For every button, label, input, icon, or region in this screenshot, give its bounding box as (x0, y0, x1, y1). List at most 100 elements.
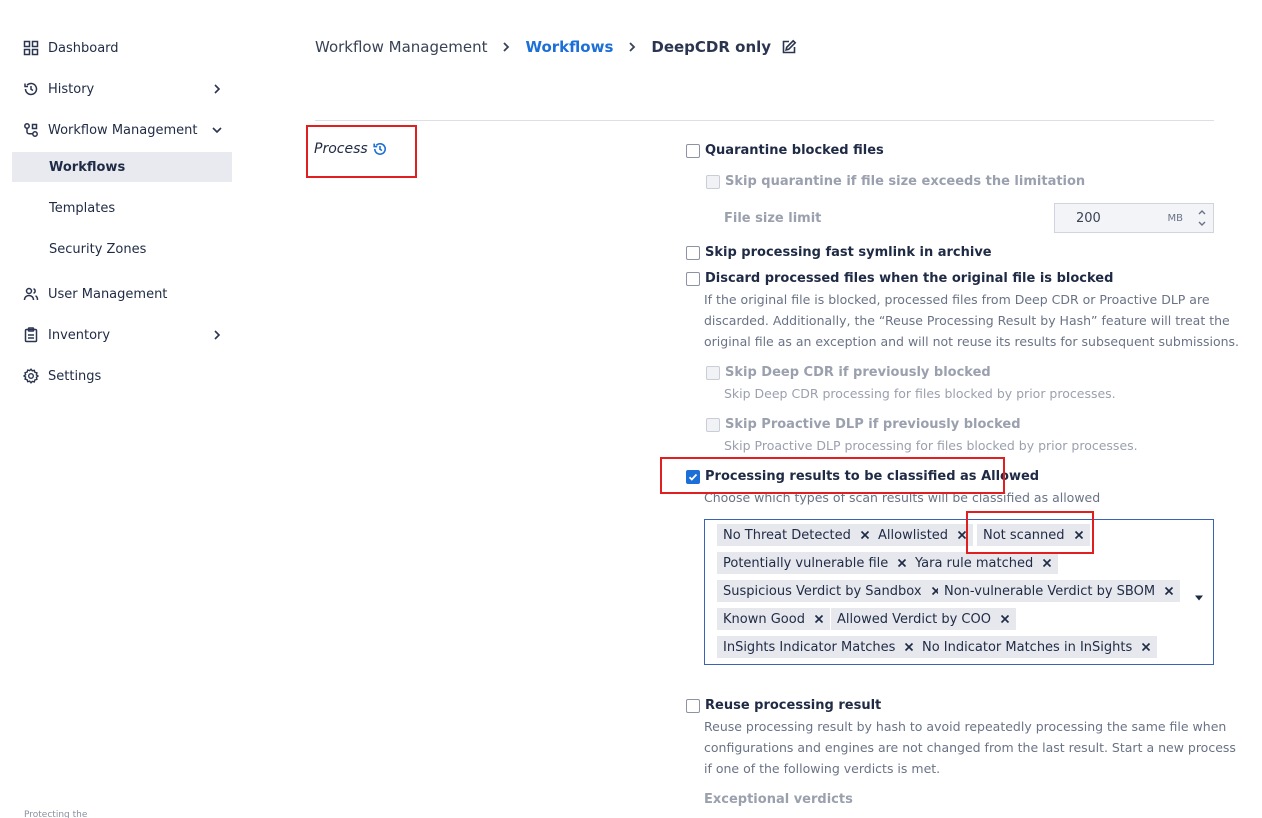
sidebar-subitem-security-zones[interactable]: Security Zones (12, 234, 232, 264)
page-title: DeepCDR only (651, 38, 772, 56)
grid-icon (22, 39, 40, 57)
tag-chip: Non-vulnerable Verdict by SBOM (938, 580, 1181, 602)
footer-text: Protecting the (24, 810, 88, 818)
tag-label: Allowed Verdict by COO (837, 611, 991, 627)
discard-checkbox[interactable] (686, 271, 700, 286)
sidebar-subitem-workflows[interactable]: Workflows (12, 152, 232, 182)
skip-dlp-description: Skip Proactive DLP processing for files … (724, 438, 1138, 453)
history-icon (22, 80, 40, 98)
tag-chip: Suspicious Verdict by Sandbox (717, 580, 947, 602)
file-size-input[interactable]: 200 MB (1054, 203, 1214, 233)
quarantine-checkbox[interactable] (686, 143, 700, 158)
tag-chip: Potentially vulnerable file (717, 552, 914, 574)
sidebar-subitem-label: Templates (49, 200, 116, 216)
skip-symlink-checkbox[interactable] (686, 245, 700, 260)
users-icon (22, 285, 40, 303)
chevron-right-icon (210, 82, 224, 96)
skip-quarantine-checkbox (706, 174, 720, 189)
sidebar-item-history[interactable]: History (12, 74, 232, 104)
tag-chip: Allowed Verdict by COO (831, 608, 1016, 630)
sidebar-item-user-management[interactable]: User Management (12, 279, 232, 309)
exceptional-verdicts-row: Exceptional verdicts (704, 792, 853, 807)
sidebar-item-label: User Management (48, 286, 168, 302)
description-line: if one of the following verdicts is met. (704, 761, 941, 776)
file-size-label-row: File size limit (724, 211, 821, 226)
tag-label: No Indicator Matches in InSights (922, 639, 1133, 655)
close-icon[interactable] (1000, 614, 1010, 624)
close-icon[interactable] (897, 558, 907, 568)
skip-cdr-row: Skip Deep CDR if previously blocked (706, 365, 991, 380)
file-size-label: File size limit (724, 211, 822, 226)
sidebar-subitem-label: Security Zones (49, 241, 147, 257)
chevron-right-icon (500, 41, 512, 53)
sidebar-subitem-templates[interactable]: Templates (12, 193, 232, 223)
allowed-results-multiselect[interactable]: No Threat Detected Allowlisted Not scann… (704, 519, 1214, 665)
breadcrumb: Workflow Management Workflows DeepCDR on… (315, 36, 797, 58)
skip-symlink-row[interactable]: Skip processing fast symlink in archive (686, 245, 992, 260)
discard-label: Discard processed files when the origina… (705, 271, 1114, 286)
sidebar-item-dashboard[interactable]: Dashboard (12, 33, 232, 63)
chevron-right-icon (210, 328, 224, 342)
highlight-box (966, 511, 1094, 554)
exceptional-verdicts-label: Exceptional verdicts (704, 792, 853, 807)
sidebar: Dashboard History Workflow Management Wo… (0, 0, 244, 818)
tag-chip: No Threat Detected (717, 524, 876, 546)
close-icon[interactable] (814, 614, 824, 624)
highlight-box (660, 457, 1005, 494)
sidebar-item-settings[interactable]: Settings (12, 361, 232, 391)
tag-label: Allowlisted (878, 527, 949, 543)
tag-label: Potentially vulnerable file (723, 555, 889, 571)
tag-chip: Yara rule matched (909, 552, 1059, 574)
skip-symlink-label: Skip processing fast symlink in archive (705, 245, 992, 260)
tag-label: Suspicious Verdict by Sandbox (723, 583, 922, 599)
breadcrumb-link-workflows[interactable]: Workflows (525, 38, 613, 56)
skip-dlp-checkbox (706, 417, 720, 432)
description-line: discarded. Additionally, the “Reuse Proc… (704, 313, 1230, 328)
tag-label: Known Good (723, 611, 805, 627)
chevron-down-icon (210, 123, 224, 137)
description-line: If the original file is blocked, process… (704, 292, 1210, 307)
chevron-right-icon (626, 41, 638, 53)
quarantine-row[interactable]: Quarantine blocked files (686, 143, 884, 158)
close-icon[interactable] (1141, 642, 1151, 652)
sidebar-item-label: Inventory (48, 327, 111, 343)
close-icon[interactable] (1042, 558, 1052, 568)
clipboard-icon (22, 326, 40, 344)
description-line: original file as an exception and will n… (704, 334, 1240, 349)
gear-icon (22, 367, 40, 385)
description-line: configurations and engines are not chang… (704, 740, 1236, 755)
reuse-checkbox[interactable] (686, 698, 700, 713)
divider (315, 120, 1214, 121)
reuse-label: Reuse processing result (705, 698, 882, 713)
caret-down-icon[interactable] (1194, 590, 1204, 601)
tag-chip: No Indicator Matches in InSights (916, 636, 1158, 658)
file-size-unit: MB (1167, 212, 1184, 224)
close-icon[interactable] (1164, 586, 1174, 596)
tag-chip: Known Good (717, 608, 830, 630)
close-icon[interactable] (860, 530, 870, 540)
sidebar-item-label: History (48, 81, 95, 97)
workflow-icon (22, 121, 40, 139)
sidebar-item-inventory[interactable]: Inventory (12, 320, 232, 350)
sidebar-item-workflow-management[interactable]: Workflow Management (12, 115, 232, 145)
file-size-value: 200 (1076, 210, 1101, 226)
sidebar-item-label: Settings (48, 368, 102, 384)
highlight-box (306, 125, 417, 178)
quarantine-label: Quarantine blocked files (705, 143, 884, 158)
tag-label: Yara rule matched (915, 555, 1034, 571)
close-icon[interactable] (904, 642, 914, 652)
tag-chip: InSights Indicator Matches (717, 636, 921, 658)
reuse-description: Reuse processing result by hash to avoid… (704, 716, 1236, 779)
tag-label: No Threat Detected (723, 527, 851, 543)
stepper-icon[interactable] (1197, 208, 1207, 228)
tag-label: Non-vulnerable Verdict by SBOM (944, 583, 1156, 599)
breadcrumb-root[interactable]: Workflow Management (315, 38, 487, 56)
skip-dlp-row: Skip Proactive DLP if previously blocked (706, 417, 1021, 432)
edit-icon[interactable] (781, 39, 797, 55)
discard-row[interactable]: Discard processed files when the origina… (686, 271, 1113, 286)
tag-label: InSights Indicator Matches (723, 639, 896, 655)
description-line: Reuse processing result by hash to avoid… (704, 719, 1227, 734)
skip-cdr-checkbox (706, 365, 720, 380)
reuse-row[interactable]: Reuse processing result (686, 698, 881, 713)
skip-cdr-label: Skip Deep CDR if previously blocked (725, 365, 991, 380)
